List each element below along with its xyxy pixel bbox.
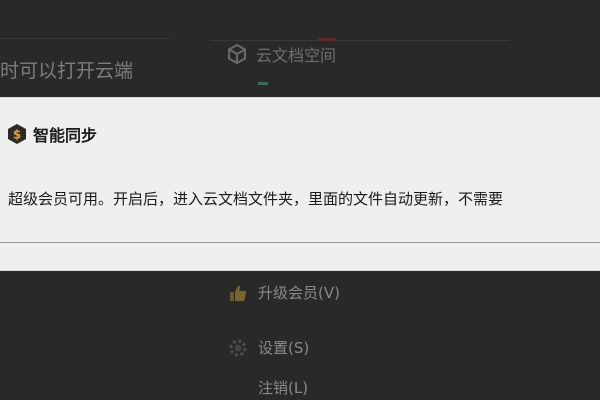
- menu-item-settings[interactable]: 设置(S): [228, 337, 309, 358]
- popup-header: $ 智能同步: [7, 122, 97, 146]
- background-top-line: [210, 40, 510, 41]
- thumb-up-icon: [228, 283, 248, 303]
- svg-text:$: $: [13, 128, 21, 142]
- dollar-icon: $: [7, 123, 27, 145]
- gear-icon: [228, 338, 248, 358]
- popup-description: 超级会员可用。开启后，进入云文档文件夹，里面的文件自动更新，不需要: [8, 190, 504, 208]
- menu-item-logout[interactable]: 注销(L): [228, 377, 308, 398]
- logout-icon-spacer: [228, 378, 248, 398]
- cube-icon: [226, 43, 248, 65]
- menu-item-upgrade[interactable]: 升级会员(V): [228, 282, 340, 303]
- smart-sync-popup: $ 智能同步 超级会员可用。开启后，进入云文档文件夹，里面的文件自动更新，不需要: [0, 97, 600, 271]
- cloud-space-label: 云文档空间: [256, 46, 337, 65]
- popup-divider: [0, 242, 600, 243]
- background-left-text: 时可以打开云端: [0, 60, 134, 82]
- screen: 时可以打开云端 云文档空间 升级会员(V) 设置(S) 注销(L) $ 智能同步…: [0, 0, 600, 400]
- cloud-space-item[interactable]: 云文档空间: [226, 42, 336, 66]
- menu-item-logout-label: 注销(L): [258, 379, 309, 397]
- background-red-marker: [318, 38, 336, 41]
- background-divider: [0, 38, 170, 39]
- menu-item-upgrade-label: 升级会员(V): [258, 284, 340, 302]
- cloud-space-underline: [258, 82, 268, 85]
- popup-title: 智能同步: [33, 126, 98, 145]
- menu-item-settings-label: 设置(S): [258, 339, 310, 357]
